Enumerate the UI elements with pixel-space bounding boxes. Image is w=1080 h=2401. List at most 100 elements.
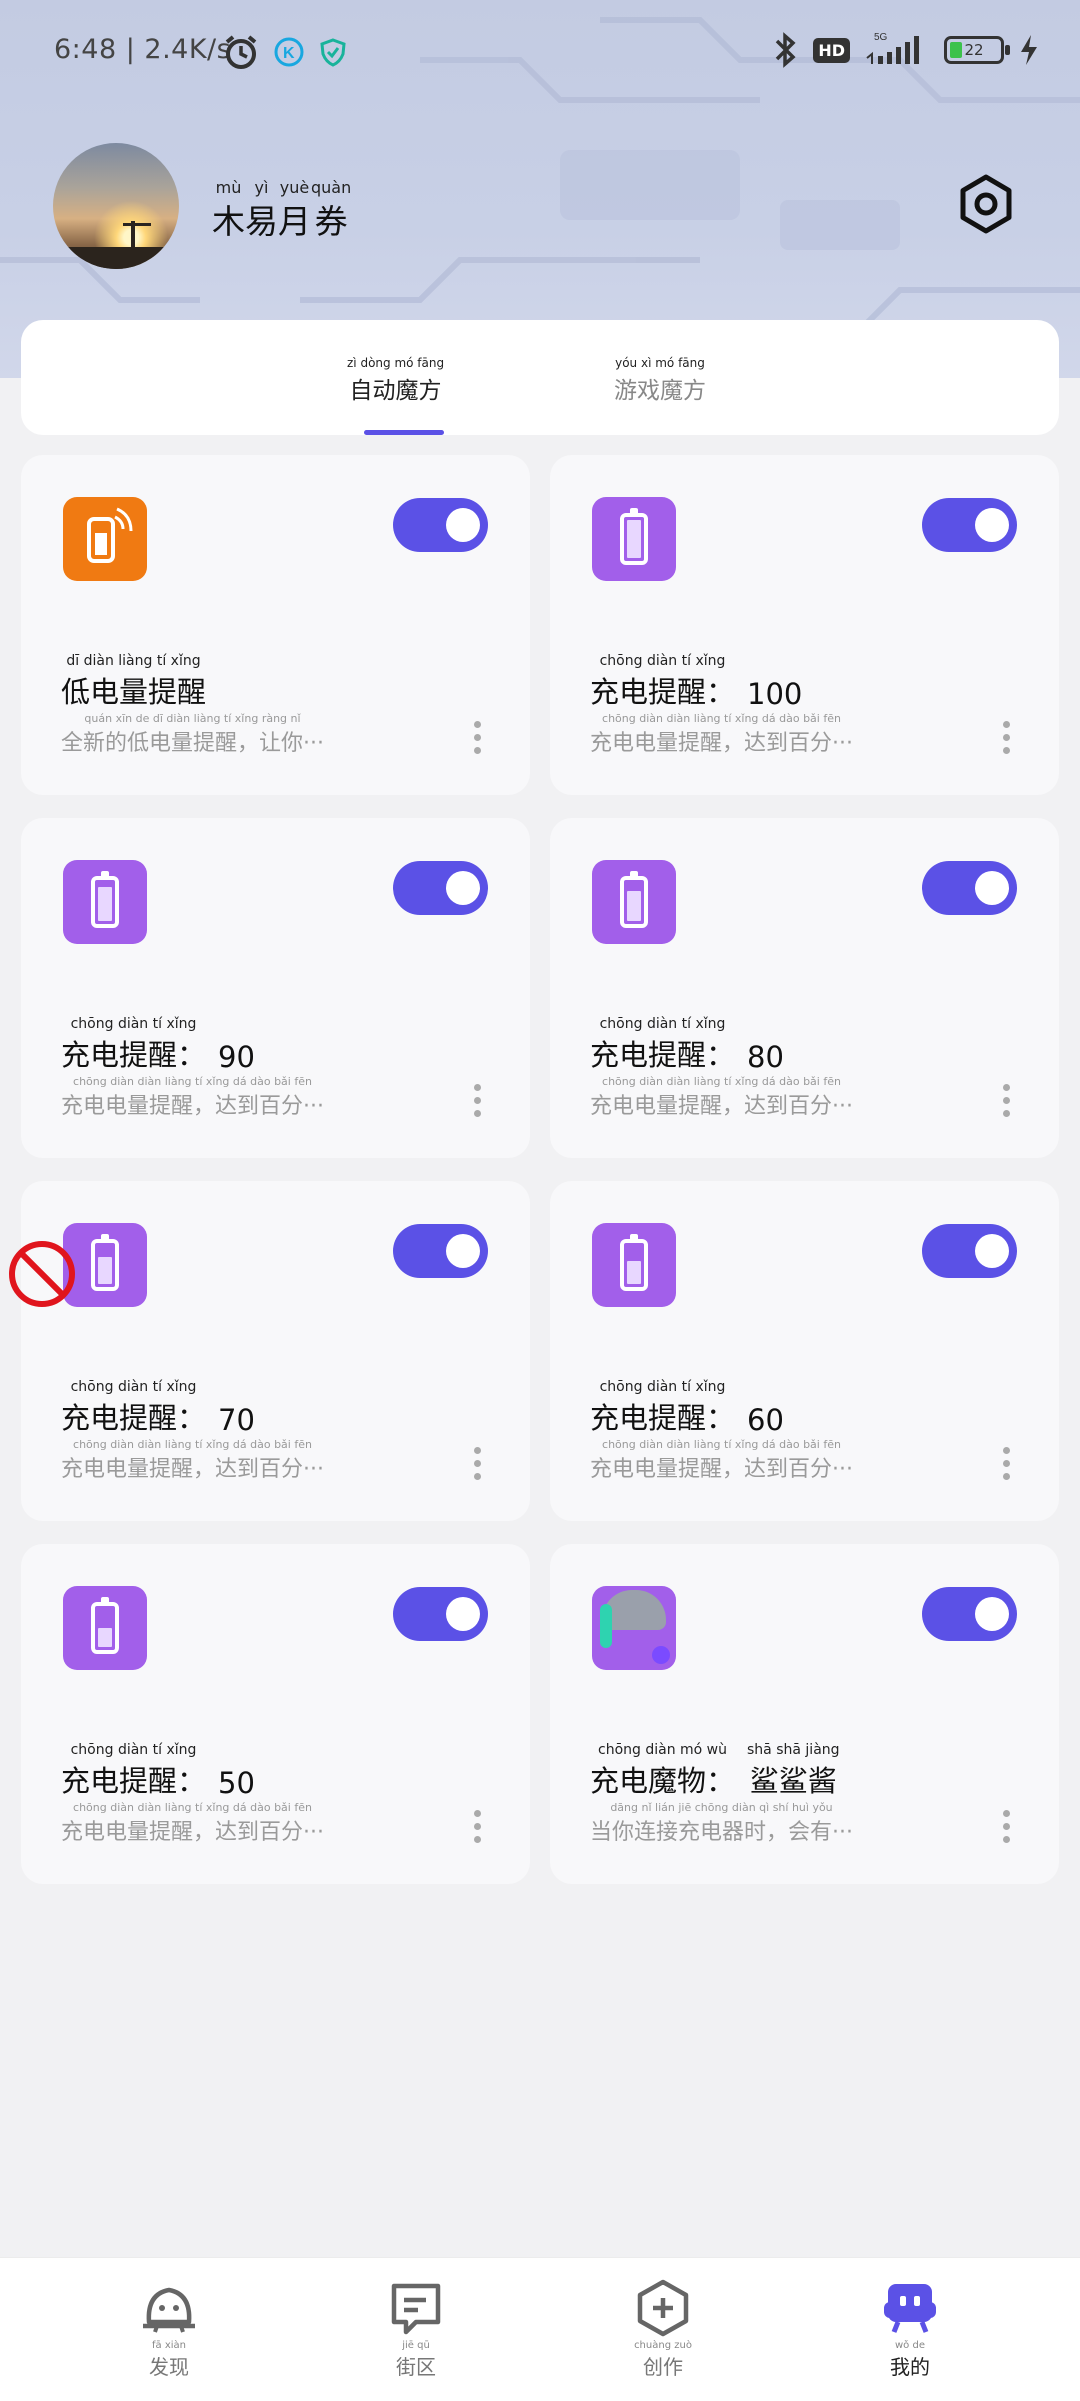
title-value: 90 — [218, 1040, 255, 1074]
title-value: 80 — [747, 1040, 784, 1074]
reminder-card[interactable]: chōng diàn tí xǐng 充电提醒： 60 chōng diàn dià… — [550, 1181, 1059, 1521]
hd-badge: HD — [813, 37, 850, 63]
pinyin-annotation: chōng diàn tí xǐng — [599, 1379, 726, 1395]
community-icon — [356, 2278, 476, 2338]
pinyin-annotation: chōng diàn diàn liàng tí xǐng dá dào bǎi… — [73, 1801, 312, 1814]
more-options-icon[interactable] — [1002, 1810, 1012, 1846]
main-text: 自动魔方 — [349, 378, 442, 404]
enable-toggle[interactable] — [393, 861, 488, 915]
card-description: chōng diàn diàn liàng tí xǐng dá dào bǎi… — [61, 1439, 324, 1483]
nav-item[interactable]: wǒ de 我的 — [850, 2278, 970, 2380]
profile-icon — [850, 2278, 970, 2338]
username-char: mù 木 — [212, 180, 245, 243]
battery-icon — [592, 497, 676, 581]
avatar[interactable] — [53, 143, 179, 269]
card-description: chōng diàn diàn liàng tí xǐng dá dào bǎi… — [61, 1076, 324, 1120]
reminder-card[interactable]: chōng diàn tí xǐng 充电提醒： 80 chōng diàn dià… — [550, 818, 1059, 1158]
alarm-icon — [225, 35, 257, 69]
pinyin-annotation: chōng diàn diàn liàng tí xǐng dá dào bǎi… — [73, 1438, 312, 1451]
enable-toggle[interactable] — [393, 498, 488, 552]
card-title: chōng diàn tí xǐng 充电提醒： 50 — [61, 1742, 255, 1800]
toggle-knob — [975, 1234, 1009, 1268]
main-text: 充电电量提醒，达到百分··· — [590, 731, 853, 756]
nav-item[interactable]: fā xiàn 发现 — [109, 2278, 229, 2380]
name-char: 木 — [212, 202, 245, 241]
pinyin-annotation: jiē qū — [402, 2340, 430, 2351]
main-text: 充电电量提醒，达到百分··· — [590, 1457, 853, 1482]
enable-toggle[interactable] — [393, 1224, 488, 1278]
k-app-icon: K — [274, 37, 304, 67]
main-text: 街区 — [396, 2355, 436, 2379]
more-options-icon[interactable] — [473, 1810, 483, 1846]
toggle-knob — [446, 1597, 480, 1631]
pinyin-annotation: fā xiàn — [152, 2340, 186, 2351]
main-text: 充电电量提醒，达到百分··· — [590, 1094, 853, 1119]
nav-label: fā xiàn 发现 — [109, 2340, 229, 2380]
more-options-icon[interactable] — [1002, 721, 1012, 757]
tab-game-magic[interactable]: yóu xì mó fāng 游戏魔方 — [614, 356, 706, 405]
card-description: chōng diàn diàn liàng tí xǐng dá dào bǎi… — [590, 1076, 853, 1120]
status-bar: 6:48 | 2.4K/s K HD 5G 22 — [0, 0, 1080, 105]
reminder-card[interactable]: chōng diàn tí xǐng 充电提醒： 100 chōng diàn di… — [550, 455, 1059, 795]
discover-icon — [109, 2278, 229, 2338]
reminder-card[interactable]: chōng diàn tí xǐng 充电提醒： 90 chōng diàn dià… — [21, 818, 530, 1158]
pinyin-annotation: chōng diàn mó wù — [598, 1742, 728, 1758]
reminder-card[interactable]: chōng diàn mó wù 充电魔物： shā shā jiàng 鲨鲨酱 dān… — [550, 1544, 1059, 1884]
reminder-card[interactable]: dī diàn liàng tí xǐng 低电量提醒 quán xīn de dī… — [21, 455, 530, 795]
enable-toggle[interactable] — [922, 1224, 1017, 1278]
battery-icon — [592, 1223, 676, 1307]
pinyin-text: quán xīn de dī diàn liàng tí xǐng ràng n… — [61, 713, 324, 757]
reminder-card[interactable]: chōng diàn tí xǐng 充电提醒： 50 chōng diàn dià… — [21, 1544, 530, 1884]
pinyin-annotation: chōng diàn diàn liàng tí xǐng dá dào bǎi… — [602, 712, 841, 725]
more-options-icon[interactable] — [473, 1084, 483, 1120]
pinyin-annotation: quàn — [311, 178, 352, 197]
card-title: chōng diàn tí xǐng 充电提醒： 80 — [590, 1016, 784, 1074]
nav-item[interactable]: chuàng zuò 创作 — [603, 2278, 723, 2380]
card-description: dāng nǐ lián jiē chōng diàn qì shí huì y… — [590, 1802, 853, 1846]
svg-text:K: K — [283, 45, 295, 62]
status-time: 6:48 | 2.4K/s — [54, 34, 232, 65]
pinyin-text: 70 — [218, 1387, 255, 1437]
title-value: 60 — [747, 1403, 784, 1437]
pinyin-annotation — [234, 1387, 238, 1403]
pinyin-text: chōng diàn tí xǐng 充电提醒： — [61, 1016, 206, 1074]
enable-toggle[interactable] — [922, 861, 1017, 915]
signal-icon: 5G — [866, 32, 919, 64]
pinyin-annotation: chōng diàn tí xǐng — [70, 1016, 197, 1032]
pinyin-annotation: chōng diàn diàn liàng tí xǐng dá dào bǎi… — [602, 1075, 841, 1088]
main-text: 充电魔物： — [590, 1764, 736, 1798]
username-char: quàn 券 — [311, 180, 351, 243]
toggle-knob — [446, 1234, 480, 1268]
pinyin-annotation: chōng diàn diàn liàng tí xǐng dá dào bǎi… — [602, 1438, 841, 1451]
main-text: 我的 — [890, 2355, 930, 2379]
reminder-card[interactable]: chōng diàn tí xǐng 充电提醒： 70 chōng diàn dià… — [9, 1181, 530, 1521]
card-title: chōng diàn mó wù 充电魔物： shā shā jiàng 鲨鲨酱 — [590, 1742, 840, 1800]
card-title: chōng diàn tí xǐng 充电提醒： 70 — [61, 1379, 255, 1437]
enable-toggle[interactable] — [393, 1587, 488, 1641]
pinyin-text: chōng diàn diàn liàng tí xǐng dá dào bǎi… — [590, 1439, 853, 1483]
more-options-icon[interactable] — [1002, 1084, 1012, 1120]
title-value: 鲨鲨酱 — [749, 1764, 837, 1798]
pinyin-text: yóu xì mó fāng 游戏魔方 — [614, 356, 706, 405]
enable-toggle[interactable] — [922, 1587, 1017, 1641]
name-char: 月 — [278, 202, 311, 241]
pinyin-text: shā shā jiàng 鲨鲨酱 — [747, 1742, 840, 1800]
pinyin-annotation: chōng diàn diàn liàng tí xǐng dá dào bǎi… — [73, 1075, 312, 1088]
pinyin-annotation: yóu xì mó fāng — [615, 356, 705, 370]
pinyin-text: chōng diàn diàn liàng tí xǐng dá dào bǎi… — [590, 713, 853, 757]
shield-app-icon — [320, 38, 346, 67]
enable-toggle[interactable] — [922, 498, 1017, 552]
more-options-icon[interactable] — [473, 1447, 483, 1483]
more-options-icon[interactable] — [1002, 1447, 1012, 1483]
nav-label: chuàng zuò 创作 — [603, 2340, 723, 2380]
nav-item[interactable]: jiē qū 街区 — [356, 2278, 476, 2380]
main-text: 低电量提醒 — [61, 675, 207, 709]
pinyin-text: 90 — [218, 1024, 255, 1074]
card-title: chōng diàn tí xǐng 充电提醒： 90 — [61, 1016, 255, 1074]
tab-bar: zì dòng mó fāng 自动魔方 yóu xì mó fāng 游戏魔方 — [21, 320, 1059, 435]
toggle-knob — [975, 508, 1009, 542]
tab-auto-magic[interactable]: zì dòng mó fāng 自动魔方 — [347, 356, 444, 405]
more-options-icon[interactable] — [473, 721, 483, 757]
pinyin-annotation — [234, 1750, 238, 1766]
settings-icon[interactable] — [955, 173, 1017, 235]
